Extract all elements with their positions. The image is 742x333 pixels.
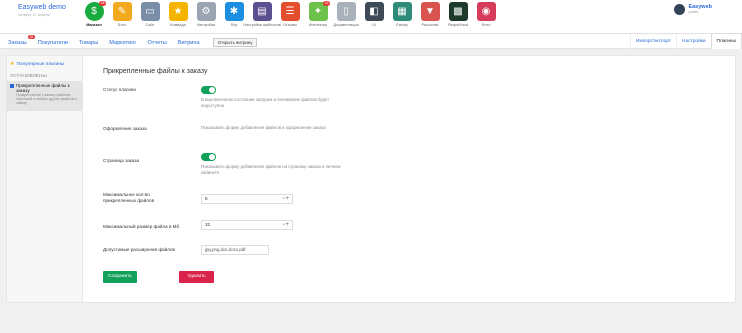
max-size-label: Максимальный размер файла в Мб <box>103 224 180 229</box>
sidebar-item-title[interactable]: Прикрепленные файлы к заказу <box>16 83 80 93</box>
main-panel: ★ Популярные плагины Установлены Прикреп… <box>6 55 736 303</box>
status-hint: В выключенном состоянии загрузка и скачи… <box>201 97 330 109</box>
app-label[interactable]: Рассылки <box>421 23 438 27</box>
reviews-icon[interactable]: ☰ <box>280 2 300 21</box>
save-settings-button[interactable]: Сохранить настройки <box>103 271 137 291</box>
nav-orders-label[interactable]: Заказы <box>8 40 27 46</box>
order-page-hint: Показывать форму добавления файлов на ст… <box>201 164 341 176</box>
user-menu[interactable]: Easyweb public <box>674 4 712 15</box>
user-role: public <box>688 10 699 14</box>
brand-name[interactable]: Easyweb demo <box>18 4 66 11</box>
open-store-button[interactable]: Открыть витрину <box>212 38 258 47</box>
app-label[interactable]: Отзывы <box>283 23 297 27</box>
docs-icon[interactable]: ▯ <box>336 2 356 21</box>
extensions-label: Допустимые расширения файлов <box>103 247 175 252</box>
app-label[interactable]: Команда <box>170 23 185 27</box>
template-icon[interactable]: ▤ <box>252 2 272 21</box>
popular-plugins-link[interactable]: ★ Популярные плагины <box>10 61 64 67</box>
nav-reports[interactable]: Отчеты <box>147 40 166 46</box>
app-template[interactable]: ▤ Настройки шаблонов <box>243 2 281 27</box>
shop-navbar: Заказы 18 Покупатели Товары Маркетинг Отч… <box>0 33 742 49</box>
tab-import-export[interactable]: Импорт/экспорт <box>629 34 676 49</box>
app-docs[interactable]: ▯ Документация <box>332 2 360 27</box>
dev-icon[interactable]: ▩ <box>448 2 468 21</box>
tab-plugins[interactable]: Плагины <box>710 33 742 49</box>
order-design-hint: Показывать форму добавления файлов в офо… <box>201 125 326 130</box>
site-icon[interactable]: ▭ <box>140 2 160 21</box>
gear-icon[interactable]: ⚙ <box>196 2 216 21</box>
app-star[interactable]: ★ Команда <box>164 2 192 27</box>
nav-customers[interactable]: Покупатели <box>38 40 68 46</box>
app-label[interactable]: Магазин <box>86 23 102 27</box>
photo-icon[interactable]: ◉ <box>476 2 496 21</box>
app-mailer[interactable]: ▼ Рассылки <box>416 2 444 27</box>
plugins-sidebar: ★ Популярные плагины Установлены Прикреп… <box>7 56 83 302</box>
app-label[interactable]: Документация <box>333 23 358 27</box>
app-wand[interactable]: ✦ 19 Инспектор <box>304 1 332 27</box>
status-toggle[interactable] <box>201 86 216 94</box>
brand-date: Четверг, 27 апреля <box>18 13 50 17</box>
sidebar-item-desc: Прикрепление к заказу файлов, чертежей и… <box>16 93 78 106</box>
star-icon[interactable]: ★ <box>168 2 188 21</box>
app-label[interactable]: Разработка <box>448 23 468 27</box>
app-label[interactable]: Блог <box>118 23 126 27</box>
app-badge: 18 <box>99 1 106 6</box>
app-label[interactable]: Easufy <box>396 23 408 27</box>
asterisk-icon[interactable]: ✱ <box>224 2 244 21</box>
app-label[interactable]: Настройки <box>197 23 216 27</box>
max-size-spinner[interactable]: −+ <box>282 221 289 229</box>
app-label[interactable]: Фото <box>482 23 491 27</box>
orders-badge: 18 <box>27 34 35 40</box>
popular-plugins-label[interactable]: Популярные плагины <box>16 62 64 67</box>
max-files-spinner[interactable]: −+ <box>282 195 289 203</box>
max-size-stepper[interactable]: 32 −+ <box>201 220 293 230</box>
app-dev[interactable]: ▩ Разработка <box>444 2 472 27</box>
brand[interactable]: Easyweb demo Четверг, 27 апреля <box>18 4 66 17</box>
nav-storefront[interactable]: Витрина <box>178 40 200 46</box>
app-ui[interactable]: ◧ UI <box>360 2 388 27</box>
pencil-icon[interactable]: ✎ <box>112 2 132 21</box>
sidebar-item-attached-files[interactable]: Прикрепленные файлы к заказу Прикреплени… <box>7 81 82 111</box>
app-easufy[interactable]: ▦ Easufy <box>388 2 416 27</box>
app-reviews[interactable]: ☰ Отзывы <box>276 2 304 27</box>
plugin-icon <box>10 84 14 88</box>
nav-marketing[interactable]: Маркетинг <box>109 40 136 46</box>
order-design-label: Оформление заказа <box>103 126 147 131</box>
ui-icon[interactable]: ◧ <box>364 2 384 21</box>
status-label: Статус плагина <box>103 87 136 92</box>
app-label[interactable]: Ясу <box>231 23 238 27</box>
app-gear[interactable]: ⚙ Настройки <box>192 2 220 27</box>
extensions-input[interactable]: jpg,png,doc,docx,pdf <box>201 245 269 255</box>
delete-temp-files-button[interactable]: Удалить временные файлы <box>179 271 215 303</box>
max-files-value[interactable]: 5 <box>205 196 208 201</box>
mailer-icon[interactable]: ▼ <box>420 2 440 21</box>
app-pencil[interactable]: ✎ Блог <box>108 2 136 27</box>
app-label[interactable]: Инспектор <box>309 23 328 27</box>
max-files-label: Максимальное кол-во прикрепленных файлов <box>103 192 155 203</box>
order-page-toggle[interactable] <box>201 153 216 161</box>
order-page-label: Страница заказа <box>103 158 140 163</box>
app-photo[interactable]: ◉ Фото <box>472 2 500 27</box>
app-site[interactable]: ▭ Сайт <box>136 2 164 27</box>
star-icon: ★ <box>10 61 15 67</box>
app-label[interactable]: UI <box>372 23 376 27</box>
nav-products[interactable]: Товары <box>79 40 98 46</box>
app-launcher: $18 Магазин ✎ Блог ▭ Сайт ★ Команда ⚙ Настройки ✱ Я… <box>80 1 500 27</box>
max-files-stepper[interactable]: 5 −+ <box>201 194 293 204</box>
app-dollar[interactable]: $18 Магазин <box>80 1 108 27</box>
nav-orders[interactable]: Заказы 18 <box>8 34 35 46</box>
top-app-bar: Easyweb demo Четверг, 27 апреля $18 Магаз… <box>0 0 742 34</box>
installed-heading: Установлены <box>10 74 47 79</box>
app-label[interactable]: Сайт <box>146 23 155 27</box>
max-size-value[interactable]: 32 <box>205 222 210 227</box>
avatar[interactable] <box>674 4 686 15</box>
easufy-icon[interactable]: ▦ <box>392 2 412 21</box>
page-title: Прикрепленные файлы к заказу <box>103 68 208 75</box>
app-badge: 19 <box>323 1 330 6</box>
tab-settings[interactable]: Настройки <box>676 34 711 49</box>
